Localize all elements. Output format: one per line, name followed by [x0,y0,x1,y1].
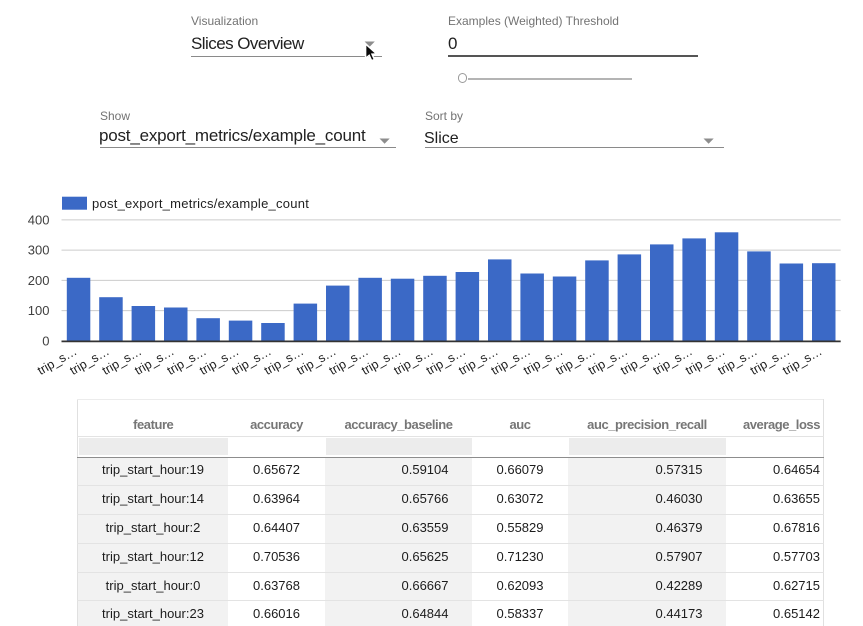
svg-text:post_export_metrics/example_co: post_export_metrics/example_count [92,196,309,211]
svg-text:0: 0 [42,333,49,348]
svg-text:400: 400 [28,212,50,227]
svg-text:300: 300 [28,243,50,258]
svg-text:200: 200 [28,273,50,288]
svg-text:100: 100 [28,303,50,318]
